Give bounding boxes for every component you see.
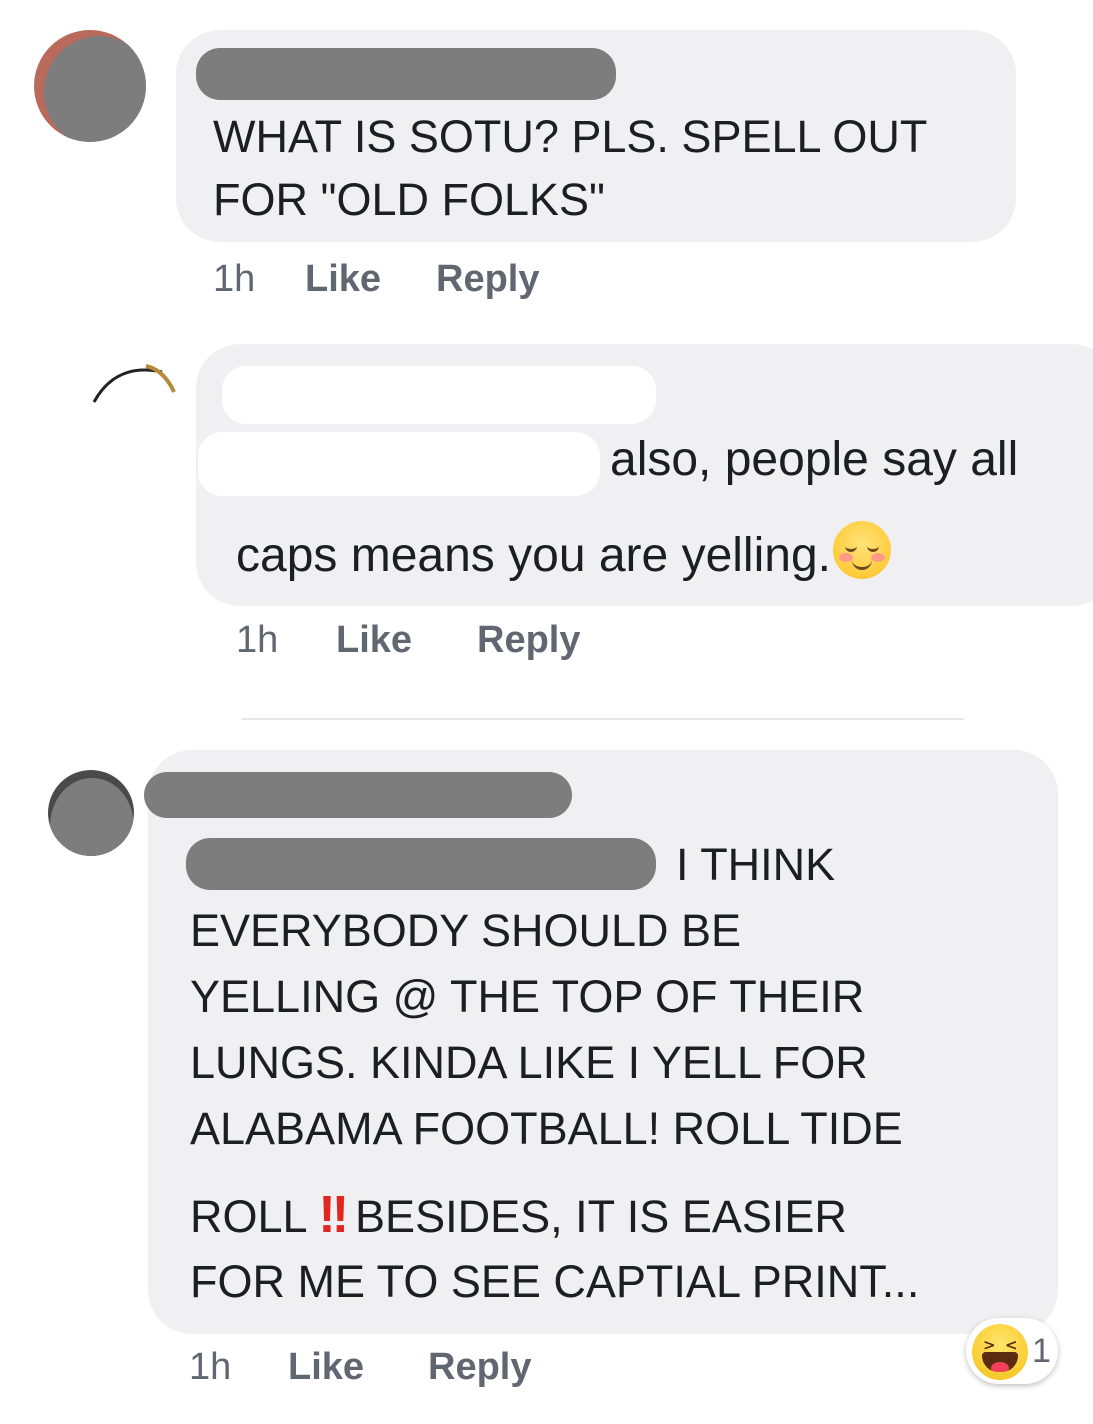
reaction-count: 1 [1032, 1332, 1051, 1370]
comment-text-segment: BESIDES, IT IS EASIER [355, 1191, 847, 1242]
comment-text-line: EVERYBODY SHOULD BE [190, 905, 742, 956]
comment-text-segment: ROLL [190, 1191, 306, 1242]
comment-text-line: caps means you are yelling. [236, 521, 891, 580]
commenter-avatar[interactable] [86, 356, 186, 416]
like-button[interactable]: Like [336, 619, 412, 662]
comment-text-line: LUNGS. KINDA LIKE I YELL FOR [190, 1037, 868, 1088]
redacted-commenter-name [144, 772, 572, 818]
like-button[interactable]: Like [288, 1346, 364, 1389]
comment-text-line: I THINK [676, 839, 836, 890]
comment-timestamp: 1h [213, 258, 256, 300]
haha-reaction-icon: > < [972, 1324, 1028, 1380]
comment-text-segment: caps means you are yelling. [236, 529, 831, 582]
reply-button[interactable]: Reply [428, 1346, 531, 1389]
redacted-commenter-name [196, 48, 616, 100]
avatar-redaction [50, 778, 134, 856]
comment-text-line: WHAT IS SOTU? PLS. SPELL OUT [213, 111, 928, 162]
comment-text-line: YELLING @ THE TOP OF THEIR [190, 971, 865, 1022]
redacted-mention [186, 838, 656, 890]
relieved-face-emoji [832, 521, 891, 579]
thread-divider [242, 718, 964, 720]
avatar-redaction [44, 36, 146, 142]
double-exclamation-emoji: !! [318, 1186, 349, 1244]
commenter-avatar[interactable] [48, 770, 134, 856]
comment-thread: WHAT IS SOTU? PLS. SPELL OUT FOR "OLD FO… [0, 0, 1093, 1424]
comment-text-line: FOR "OLD FOLKS" [213, 174, 606, 225]
comment-text-line: ALABAMA FOOTBALL! ROLL TIDE [190, 1103, 903, 1154]
comment-timestamp: 1h [189, 1346, 232, 1388]
comment-text-line: also, people say all [610, 433, 1019, 486]
comment-text-line: FOR ME TO SEE CAPTIAL PRINT... [190, 1256, 920, 1307]
comment-text-line: ROLL !! BESIDES, IT IS EASIER [190, 1189, 847, 1241]
redacted-mention [198, 432, 600, 496]
reaction-summary[interactable]: > < 1 [966, 1318, 1058, 1384]
redacted-commenter-name [222, 366, 656, 424]
like-button[interactable]: Like [305, 258, 381, 301]
comment-timestamp: 1h [236, 619, 279, 661]
commenter-avatar[interactable] [34, 30, 146, 142]
reply-button[interactable]: Reply [436, 258, 539, 301]
reply-button[interactable]: Reply [477, 619, 580, 662]
